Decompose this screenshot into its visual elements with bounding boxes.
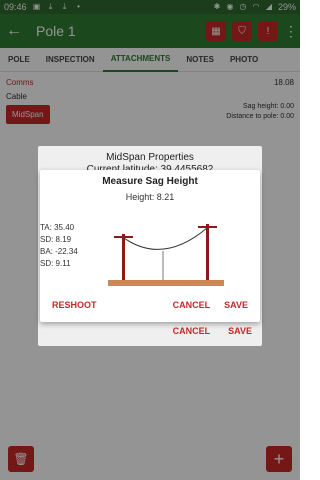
measure-sag-title: Measure Sag Height (102, 176, 198, 187)
height-value: Height: 8.21 (125, 192, 175, 202)
measurement-ba: BA: -22.34 (40, 247, 78, 256)
cancel-button[interactable]: CANCEL (173, 300, 211, 310)
ground-bar (108, 280, 224, 286)
midspan-properties-title: MidSpan Properties (106, 152, 194, 163)
right-crossarm (198, 226, 217, 228)
measurement-ta: TA: 35.40 (40, 223, 75, 232)
properties-cancel-button[interactable]: CANCEL (173, 326, 211, 336)
save-button[interactable]: SAVE (224, 300, 248, 310)
sag-cable (123, 227, 208, 250)
measurement-sd-2: SD: 9.11 (40, 259, 71, 268)
properties-save-button[interactable]: SAVE (228, 326, 252, 336)
left-pole (122, 234, 125, 280)
sag-diagram (108, 224, 224, 286)
measure-sag-dialog: Measure Sag Height Height: 8.21 TA: 35.4… (40, 170, 260, 322)
left-crossarm (114, 236, 133, 238)
right-pole (206, 224, 209, 280)
reshoot-button[interactable]: RESHOOT (52, 300, 97, 310)
measurement-sd-1: SD: 8.19 (40, 235, 72, 244)
measurements-list: TA: 35.40 SD: 8.19 BA: -22.34 SD: 9.11 (40, 222, 78, 270)
